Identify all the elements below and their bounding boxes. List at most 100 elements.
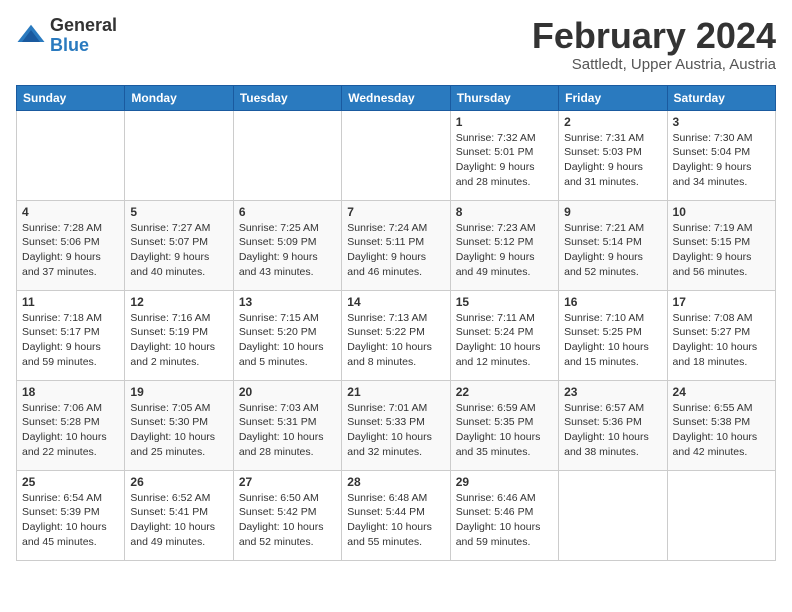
calendar-week-row: 4 Sunrise: 7:28 AM Sunset: 5:06 PM Daylig…	[17, 200, 776, 290]
day-info: Sunrise: 6:48 AM Sunset: 5:44 PM Dayligh…	[347, 491, 444, 550]
calendar-cell: 9 Sunrise: 7:21 AM Sunset: 5:14 PM Daylig…	[559, 200, 667, 290]
day-info: Sunrise: 7:01 AM Sunset: 5:33 PM Dayligh…	[347, 401, 444, 460]
day-number: 5	[130, 205, 227, 219]
day-number: 6	[239, 205, 336, 219]
day-info: Sunrise: 6:46 AM Sunset: 5:46 PM Dayligh…	[456, 491, 553, 550]
day-number: 11	[22, 295, 119, 309]
calendar-cell: 29 Sunrise: 6:46 AM Sunset: 5:46 PM Dayli…	[450, 470, 558, 560]
weekday-header: Friday	[559, 85, 667, 110]
calendar-cell	[559, 470, 667, 560]
calendar-cell: 19Sunrise: 7:05 AM Sunset: 5:30 PM Dayli…	[125, 380, 233, 470]
calendar-week-row: 11 Sunrise: 7:18 AM Sunset: 5:17 PM Dayli…	[17, 290, 776, 380]
logo-text: General Blue	[50, 16, 117, 56]
day-info: Sunrise: 6:52 AM Sunset: 5:41 PM Dayligh…	[130, 491, 227, 550]
day-number: 3	[673, 115, 770, 129]
month-title: February 2024	[532, 16, 776, 56]
day-number: 24	[673, 385, 770, 399]
calendar-cell: 1 Sunrise: 7:32 AM Sunset: 5:01 PM Daylig…	[450, 110, 558, 200]
weekday-header: Sunday	[17, 85, 125, 110]
calendar-cell: 16Sunrise: 7:10 AM Sunset: 5:25 PM Dayli…	[559, 290, 667, 380]
day-info: Sunrise: 7:32 AM Sunset: 5:01 PM Dayligh…	[456, 131, 553, 190]
day-number: 20	[239, 385, 336, 399]
day-number: 27	[239, 475, 336, 489]
calendar-cell: 18 Sunrise: 7:06 AM Sunset: 5:28 PM Dayli…	[17, 380, 125, 470]
calendar-cell	[342, 110, 450, 200]
calendar-cell: 21 Sunrise: 7:01 AM Sunset: 5:33 PM Dayli…	[342, 380, 450, 470]
calendar-cell: 20 Sunrise: 7:03 AM Sunset: 5:31 PM Dayli…	[233, 380, 341, 470]
day-number: 10	[673, 205, 770, 219]
day-info: Sunrise: 7:05 AM Sunset: 5:30 PM Dayligh…	[130, 401, 227, 460]
day-info: Sunrise: 7:24 AM Sunset: 5:11 PM Dayligh…	[347, 221, 444, 280]
day-info: Sunrise: 6:55 AM Sunset: 5:38 PM Dayligh…	[673, 401, 770, 460]
weekday-header: Tuesday	[233, 85, 341, 110]
day-info: Sunrise: 7:30 AM Sunset: 5:04 PM Dayligh…	[673, 131, 770, 190]
calendar-week-row: 25Sunrise: 6:54 AM Sunset: 5:39 PM Dayli…	[17, 470, 776, 560]
calendar-week-row: 1 Sunrise: 7:32 AM Sunset: 5:01 PM Daylig…	[17, 110, 776, 200]
day-number: 29	[456, 475, 553, 489]
weekday-header: Wednesday	[342, 85, 450, 110]
calendar-cell: 6Sunrise: 7:25 AM Sunset: 5:09 PM Daylig…	[233, 200, 341, 290]
logo: General Blue	[16, 16, 117, 56]
day-number: 28	[347, 475, 444, 489]
calendar-cell: 25Sunrise: 6:54 AM Sunset: 5:39 PM Dayli…	[17, 470, 125, 560]
day-info: Sunrise: 7:19 AM Sunset: 5:15 PM Dayligh…	[673, 221, 770, 280]
calendar-week-row: 18 Sunrise: 7:06 AM Sunset: 5:28 PM Dayli…	[17, 380, 776, 470]
day-info: Sunrise: 6:57 AM Sunset: 5:36 PM Dayligh…	[564, 401, 661, 460]
calendar-cell: 12 Sunrise: 7:16 AM Sunset: 5:19 PM Dayli…	[125, 290, 233, 380]
day-number: 2	[564, 115, 661, 129]
weekday-header: Monday	[125, 85, 233, 110]
calendar-cell: 13 Sunrise: 7:15 AM Sunset: 5:20 PM Dayli…	[233, 290, 341, 380]
day-info: Sunrise: 7:11 AM Sunset: 5:24 PM Dayligh…	[456, 311, 553, 370]
day-number: 7	[347, 205, 444, 219]
day-number: 1	[456, 115, 553, 129]
day-info: Sunrise: 7:18 AM Sunset: 5:17 PM Dayligh…	[22, 311, 119, 370]
day-info: Sunrise: 7:08 AM Sunset: 5:27 PM Dayligh…	[673, 311, 770, 370]
logo-blue: Blue	[50, 36, 117, 56]
calendar-cell: 23Sunrise: 6:57 AM Sunset: 5:36 PM Dayli…	[559, 380, 667, 470]
day-number: 26	[130, 475, 227, 489]
day-number: 21	[347, 385, 444, 399]
weekday-header: Thursday	[450, 85, 558, 110]
calendar-cell: 24 Sunrise: 6:55 AM Sunset: 5:38 PM Dayli…	[667, 380, 775, 470]
calendar-cell: 5Sunrise: 7:27 AM Sunset: 5:07 PM Daylig…	[125, 200, 233, 290]
day-info: Sunrise: 7:03 AM Sunset: 5:31 PM Dayligh…	[239, 401, 336, 460]
day-info: Sunrise: 7:28 AM Sunset: 5:06 PM Dayligh…	[22, 221, 119, 280]
day-number: 9	[564, 205, 661, 219]
day-info: Sunrise: 7:21 AM Sunset: 5:14 PM Dayligh…	[564, 221, 661, 280]
calendar-cell: 8 Sunrise: 7:23 AM Sunset: 5:12 PM Daylig…	[450, 200, 558, 290]
calendar: SundayMondayTuesdayWednesdayThursdayFrid…	[16, 85, 776, 561]
calendar-cell: 10 Sunrise: 7:19 AM Sunset: 5:15 PM Dayli…	[667, 200, 775, 290]
day-number: 13	[239, 295, 336, 309]
calendar-cell: 27Sunrise: 6:50 AM Sunset: 5:42 PM Dayli…	[233, 470, 341, 560]
day-info: Sunrise: 7:13 AM Sunset: 5:22 PM Dayligh…	[347, 311, 444, 370]
calendar-cell: 2 Sunrise: 7:31 AM Sunset: 5:03 PM Daylig…	[559, 110, 667, 200]
calendar-cell: 7 Sunrise: 7:24 AM Sunset: 5:11 PM Daylig…	[342, 200, 450, 290]
page-header: General Blue February 2024 Sattledt, Upp…	[16, 16, 776, 73]
day-info: Sunrise: 7:23 AM Sunset: 5:12 PM Dayligh…	[456, 221, 553, 280]
calendar-cell	[17, 110, 125, 200]
logo-general: General	[50, 16, 117, 36]
day-number: 4	[22, 205, 119, 219]
day-info: Sunrise: 7:06 AM Sunset: 5:28 PM Dayligh…	[22, 401, 119, 460]
day-number: 16	[564, 295, 661, 309]
calendar-cell	[233, 110, 341, 200]
day-number: 25	[22, 475, 119, 489]
calendar-cell	[667, 470, 775, 560]
day-number: 18	[22, 385, 119, 399]
calendar-cell: 17 Sunrise: 7:08 AM Sunset: 5:27 PM Dayli…	[667, 290, 775, 380]
calendar-cell: 14 Sunrise: 7:13 AM Sunset: 5:22 PM Dayli…	[342, 290, 450, 380]
calendar-cell: 26 Sunrise: 6:52 AM Sunset: 5:41 PM Dayli…	[125, 470, 233, 560]
day-number: 14	[347, 295, 444, 309]
logo-icon	[16, 21, 46, 51]
day-number: 8	[456, 205, 553, 219]
day-info: Sunrise: 7:31 AM Sunset: 5:03 PM Dayligh…	[564, 131, 661, 190]
day-number: 17	[673, 295, 770, 309]
day-info: Sunrise: 7:15 AM Sunset: 5:20 PM Dayligh…	[239, 311, 336, 370]
calendar-cell: 15Sunrise: 7:11 AM Sunset: 5:24 PM Dayli…	[450, 290, 558, 380]
calendar-cell: 28 Sunrise: 6:48 AM Sunset: 5:44 PM Dayli…	[342, 470, 450, 560]
calendar-cell: 22Sunrise: 6:59 AM Sunset: 5:35 PM Dayli…	[450, 380, 558, 470]
calendar-cell	[125, 110, 233, 200]
day-number: 22	[456, 385, 553, 399]
day-number: 12	[130, 295, 227, 309]
day-info: Sunrise: 7:16 AM Sunset: 5:19 PM Dayligh…	[130, 311, 227, 370]
